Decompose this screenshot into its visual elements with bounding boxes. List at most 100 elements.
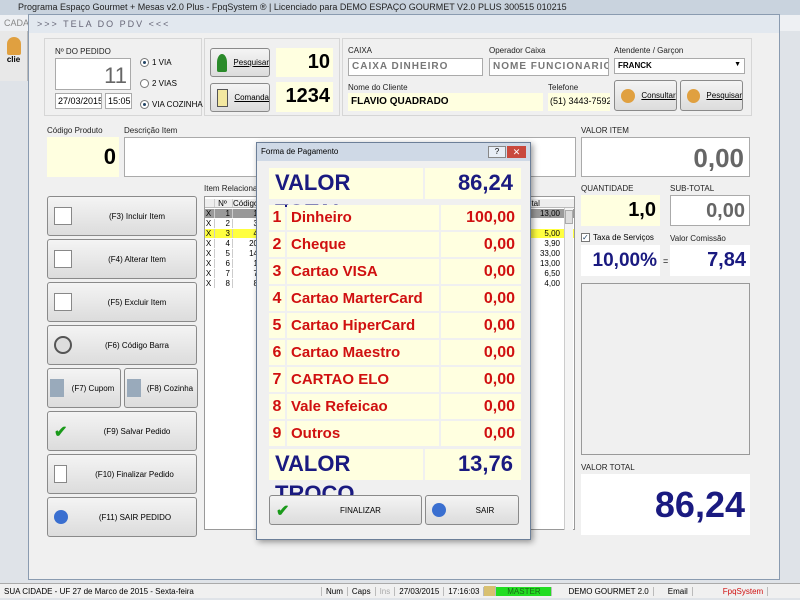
salvar-pedido-button[interactable]: ✔ (F9) Salvar Pedido: [47, 411, 197, 451]
cell-total: 33,00: [539, 249, 560, 258]
caixa-field[interactable]: CAIXA DINHEIRO: [348, 58, 483, 76]
printer-icon: [50, 379, 64, 397]
radio-dot: [140, 100, 149, 109]
delete-row-icon[interactable]: X: [205, 209, 215, 218]
button-label: (F10) Finalizar Pedido: [95, 469, 174, 479]
tree-icon: [217, 53, 228, 72]
subtotal-field: 0,00: [670, 195, 750, 226]
payment-value-input[interactable]: 0,00: [441, 421, 521, 446]
delete-row-icon[interactable]: X: [205, 259, 215, 268]
delete-row-icon[interactable]: X: [205, 249, 215, 258]
payment-row[interactable]: 2 Cheque 0,00: [269, 232, 521, 257]
valor-item-field[interactable]: 0,00: [581, 137, 750, 177]
valor-item-label: VALOR ITEM: [581, 126, 629, 135]
telefone-label: Telefone: [548, 83, 579, 92]
delete-row-icon[interactable]: X: [205, 229, 215, 238]
delete-row-icon[interactable]: X: [205, 279, 215, 288]
mesa-number-field[interactable]: 10: [276, 48, 333, 77]
payment-name: Outros: [287, 421, 439, 446]
payment-value-input[interactable]: 0,00: [441, 394, 521, 419]
payment-name: Cartao VISA: [287, 259, 439, 284]
radio-via-cozinha[interactable]: VIA COZINHA: [140, 100, 203, 109]
cupom-button[interactable]: (F7) Cupom: [47, 368, 121, 408]
pesquisar-mesa-button[interactable]: Pesquisar: [210, 48, 270, 77]
status-email[interactable]: Email: [654, 586, 693, 596]
pesquisar-cliente-button[interactable]: Pesquisar: [680, 80, 743, 111]
payment-value-input[interactable]: 100,00: [441, 205, 521, 230]
payment-number: 6: [269, 340, 285, 365]
payment-value-input[interactable]: 0,00: [441, 313, 521, 338]
toolbar-clientes[interactable]: clie: [0, 31, 28, 81]
finalizar-button[interactable]: ✔ FINALIZAR: [269, 495, 422, 525]
delete-row-icon[interactable]: X: [205, 239, 215, 248]
payment-name: Cheque: [287, 232, 439, 257]
payment-name: CARTAO ELO: [287, 367, 439, 392]
cliente-field[interactable]: FLAVIO QUADRADO: [348, 93, 543, 111]
cell-n: 2: [215, 219, 233, 228]
incluir-item-button[interactable]: (F3) Incluir Item: [47, 196, 197, 236]
consultar-cliente-button[interactable]: Consultar: [614, 80, 677, 111]
payment-name: Dinheiro: [287, 205, 439, 230]
descricao-label: Descrição Item: [124, 126, 178, 135]
payment-row[interactable]: 8 Vale Refeicao 0,00: [269, 394, 521, 419]
status-caps: Caps: [348, 586, 376, 596]
caixa-label: CAIXA: [348, 46, 373, 55]
delete-row-icon[interactable]: X: [205, 269, 215, 278]
receipt-icon: [217, 88, 229, 107]
finalizar-pedido-button[interactable]: (F10) Finalizar Pedido: [47, 454, 197, 494]
payment-value-input[interactable]: 0,00: [441, 232, 521, 257]
order-date[interactable]: 27/03/2015: [55, 93, 102, 109]
payment-row[interactable]: 9 Outros 0,00: [269, 421, 521, 446]
cell-n: 4: [215, 239, 233, 248]
alterar-item-button[interactable]: (F4) Alterar Item: [47, 239, 197, 279]
payment-row[interactable]: 5 Cartao HiperCard 0,00: [269, 313, 521, 338]
user-icon: [6, 37, 21, 55]
payment-row[interactable]: 6 Cartao Maestro 0,00: [269, 340, 521, 365]
radio-1-via[interactable]: 1 VIA: [140, 58, 172, 67]
checkbox-checked-icon: ✓: [581, 233, 590, 242]
quantidade-field[interactable]: 1,0: [581, 195, 660, 226]
cell-n: 7: [215, 269, 233, 278]
excluir-item-button[interactable]: (F5) Excluir Item: [47, 282, 197, 322]
telefone-field[interactable]: (51) 3443-7592: [548, 93, 610, 111]
codigo-barra-button[interactable]: (F6) Código Barra: [47, 325, 197, 365]
comanda-button[interactable]: Comanda: [210, 83, 270, 112]
order-number[interactable]: 11: [55, 58, 131, 90]
taxa-field[interactable]: 10,00%: [581, 245, 660, 276]
radio-2-vias[interactable]: 2 VIAS: [140, 79, 177, 88]
help-button[interactable]: ?: [488, 146, 506, 158]
header-n: Nº: [215, 199, 233, 208]
payment-number: 8: [269, 394, 285, 419]
codigo-produto-field[interactable]: 0: [47, 137, 119, 177]
payment-row[interactable]: 3 Cartao VISA 0,00: [269, 259, 521, 284]
sair-button[interactable]: SAIR: [425, 495, 519, 525]
sair-pedido-button[interactable]: (F11) SAIR PEDIDO: [47, 497, 197, 537]
radio-label: VIA COZINHA: [152, 100, 203, 109]
delete-row-icon[interactable]: X: [205, 219, 215, 228]
payment-value-input[interactable]: 0,00: [441, 259, 521, 284]
operador-field[interactable]: NOME FUNCIONARIO: [489, 58, 609, 76]
atendente-select[interactable]: FRANCK ▼: [614, 58, 745, 74]
payment-row[interactable]: 7 CARTAO ELO 0,00: [269, 367, 521, 392]
edit-item-icon: [54, 250, 72, 268]
payment-row[interactable]: 4 Cartao MarterCard 0,00: [269, 286, 521, 311]
grid-scrollbar[interactable]: [564, 208, 573, 530]
valor-total-value: 86,24: [425, 168, 521, 199]
order-time[interactable]: 15:05: [105, 93, 132, 109]
payment-value-input[interactable]: 0,00: [441, 340, 521, 365]
cell-total: 3,90: [544, 239, 560, 248]
cozinha-button[interactable]: (F8) Cozinha: [124, 368, 198, 408]
button-label: Comanda: [234, 93, 269, 102]
users-icon: [621, 88, 635, 103]
taxa-servicos-checkbox[interactable]: ✓ Taxa de Serviços: [581, 233, 654, 242]
button-label: FINALIZAR: [340, 505, 381, 515]
scrollbar-thumb[interactable]: [565, 210, 573, 224]
close-icon[interactable]: ✕: [507, 146, 526, 158]
cell-total: 6,50: [544, 269, 560, 278]
menu-item-cadastro[interactable]: CADA: [4, 18, 29, 28]
payment-name: Cartao MarterCard: [287, 286, 439, 311]
payment-value-input[interactable]: 0,00: [441, 286, 521, 311]
payment-value-input[interactable]: 0,00: [441, 367, 521, 392]
payment-row[interactable]: 1 Dinheiro 100,00: [269, 205, 521, 230]
comanda-number-field[interactable]: 1234: [276, 82, 333, 112]
